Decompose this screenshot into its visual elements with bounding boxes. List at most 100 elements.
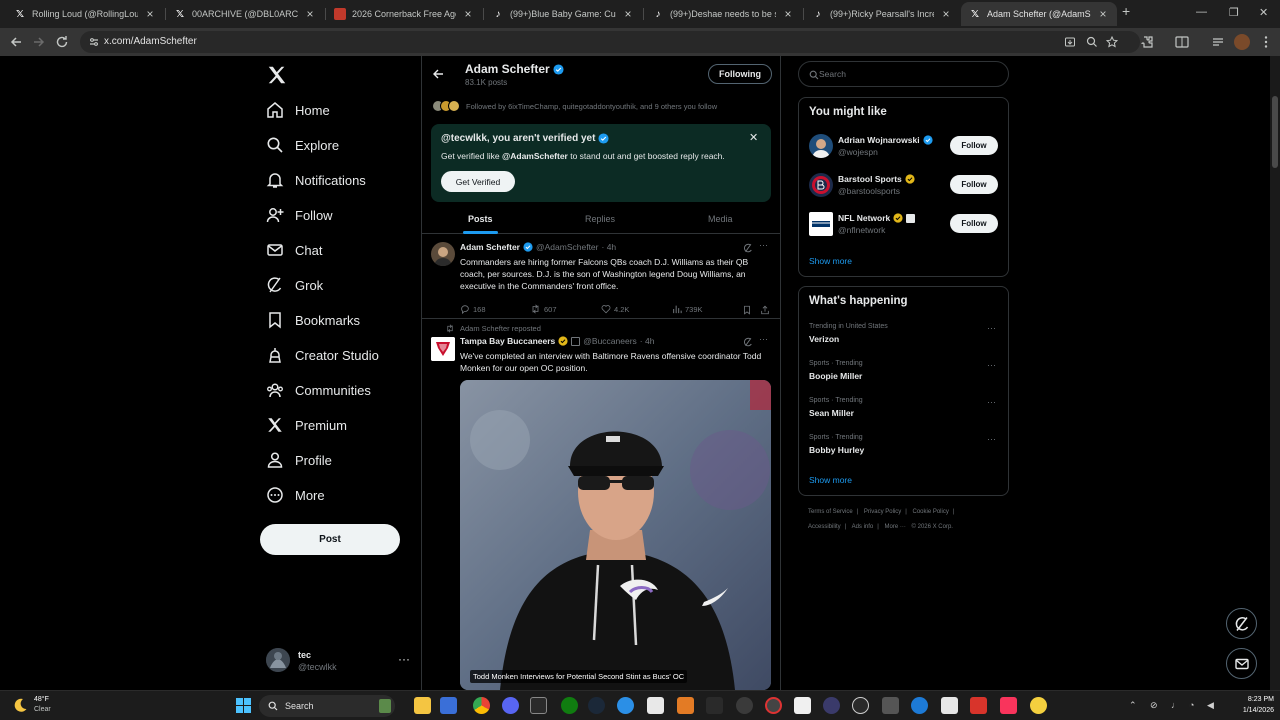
repost-button[interactable]: 607: [530, 304, 557, 314]
more-dots-icon[interactable]: ···: [987, 434, 996, 444]
windows-start-icon[interactable]: [235, 697, 252, 714]
share-icon[interactable]: [760, 305, 770, 315]
more-dots-icon[interactable]: ···: [987, 360, 996, 370]
nav-item-chat[interactable]: Chat: [266, 235, 322, 265]
discord-icon[interactable]: [502, 697, 519, 714]
footer-link[interactable]: Cookie Policy: [913, 509, 949, 515]
nav-item-follow[interactable]: Follow: [266, 200, 333, 230]
following-button[interactable]: Following: [708, 64, 772, 84]
nav-item-home[interactable]: Home: [266, 95, 330, 125]
taskbar-app-icon[interactable]: [647, 697, 664, 714]
taskbar-app-icon[interactable]: [794, 697, 811, 714]
trend-item[interactable]: Trending in United States Verizon ···: [809, 323, 999, 351]
like-button[interactable]: 4.2K: [601, 304, 629, 314]
tab-media[interactable]: Media: [708, 214, 733, 224]
taskbar-app-icon[interactable]: [765, 697, 782, 714]
nav-item-more[interactable]: More: [266, 480, 325, 510]
volume-icon[interactable]: ◀: [1207, 700, 1214, 711]
avatar[interactable]: [431, 242, 455, 266]
nav-item-creator-studio[interactable]: Creator Studio: [266, 340, 379, 370]
follow-button[interactable]: Follow: [950, 214, 998, 233]
close-icon[interactable]: ×: [462, 7, 474, 21]
browser-tab[interactable]: ♪ (99+)Ricky Pearsall's Incredible ×: [804, 2, 960, 26]
account-switcher[interactable]: tec @tecwlkk ···: [266, 646, 416, 680]
more-dots-icon[interactable]: ···: [987, 397, 996, 407]
tweet-author-name[interactable]: Tampa Bay Buccaneers: [460, 336, 555, 346]
microphone-icon[interactable]: ♩: [1171, 700, 1180, 710]
address-bar[interactable]: x.com/AdamSchefter: [80, 31, 1140, 53]
show-more-link[interactable]: Show more: [809, 256, 852, 266]
grok-icon[interactable]: [743, 243, 753, 253]
site-info-icon[interactable]: [88, 36, 100, 48]
music-icon[interactable]: [1000, 697, 1017, 714]
taskbar-app-icon[interactable]: [440, 697, 457, 714]
post-button[interactable]: Post: [260, 524, 400, 555]
extensions-icon[interactable]: [1139, 34, 1155, 50]
footer-link[interactable]: Accessibility: [808, 524, 841, 530]
close-icon[interactable]: ×: [304, 7, 316, 21]
close-icon[interactable]: ×: [144, 7, 156, 21]
x-logo-icon[interactable]: [266, 64, 288, 86]
reload-icon[interactable]: [54, 34, 70, 50]
new-tab-icon[interactable]: +: [1122, 3, 1130, 19]
views-button[interactable]: 739K: [672, 304, 703, 314]
split-view-icon[interactable]: [1174, 34, 1190, 50]
chrome-icon[interactable]: [473, 697, 490, 714]
taskbar-app-icon[interactable]: [970, 697, 987, 714]
messages-fab[interactable]: [1226, 648, 1257, 679]
taskbar-app-icon[interactable]: [852, 697, 869, 714]
file-explorer-icon[interactable]: [414, 697, 431, 714]
tray-chevron-icon[interactable]: ⌃: [1129, 700, 1137, 711]
scrollbar-thumb[interactable]: [1272, 96, 1278, 168]
more-dots-icon[interactable]: ···: [759, 334, 768, 344]
more-dots-icon[interactable]: ···: [759, 240, 768, 250]
grok-fab[interactable]: [1226, 608, 1257, 639]
tweet-author-handle[interactable]: @Buccaneers: [583, 336, 637, 346]
reading-list-icon[interactable]: [1210, 34, 1226, 50]
tweet-author-handle[interactable]: @AdamSchefter: [536, 242, 599, 252]
taskbar-app-icon[interactable]: [677, 697, 694, 714]
footer-link[interactable]: Privacy Policy: [864, 509, 901, 515]
weather-widget[interactable]: 48°F Clear: [12, 695, 72, 717]
browser-tab[interactable]: ♪ (99+)Blue Baby Game: Cursed C ×: [484, 2, 642, 26]
taskbar-app-icon[interactable]: [617, 697, 634, 714]
close-icon[interactable]: ×: [1097, 7, 1109, 21]
nav-item-premium[interactable]: Premium: [266, 410, 347, 440]
taskbar-app-icon[interactable]: [911, 697, 928, 714]
browser-tab[interactable]: 𝕏 00ARCHIVE (@DBL0ARCHIVE) / ×: [166, 2, 324, 26]
xbox-icon[interactable]: [561, 697, 578, 714]
tweet-time[interactable]: · 4h: [602, 242, 617, 252]
browser-tab[interactable]: 2026 Cornerback Free Agents ×: [326, 2, 482, 26]
taskbar-clock[interactable]: 8:23 PM 1/14/2026: [1224, 694, 1274, 716]
followed-by-row[interactable]: Followed by 6ixTimeChamp, quitegotaddont…: [432, 99, 772, 113]
more-dots-icon[interactable]: ···: [398, 652, 410, 666]
install-app-icon[interactable]: [1064, 36, 1076, 48]
close-icon[interactable]: ×: [622, 7, 634, 21]
network-icon[interactable]: ⊘: [1150, 700, 1158, 711]
avatar[interactable]: [431, 337, 455, 361]
tweet[interactable]: Adam Schefter @AdamSchefter · 4h ··· Com…: [422, 234, 780, 318]
footer-link[interactable]: More ···: [885, 524, 906, 530]
back-arrow-icon[interactable]: [432, 68, 444, 80]
minimize-icon[interactable]: —: [1196, 6, 1207, 18]
close-icon[interactable]: ×: [940, 7, 952, 21]
suggested-account[interactable]: Barstool Sports @barstoolsports Follow: [809, 173, 999, 199]
restore-icon[interactable]: ❐: [1229, 6, 1239, 19]
taskbar-app-icon[interactable]: [823, 697, 840, 714]
close-icon[interactable]: ✕: [749, 131, 758, 144]
tweet-author-name[interactable]: Adam Schefter: [460, 242, 520, 252]
taskbar-app-icon[interactable]: [941, 697, 958, 714]
suggested-account[interactable]: NFL Network @nflnetwork Follow: [809, 212, 999, 238]
page-scrollbar[interactable]: [1270, 56, 1280, 690]
tweet-time[interactable]: · 4h: [640, 336, 655, 346]
search-box[interactable]: [798, 61, 1009, 87]
nav-item-notifications[interactable]: Notifications: [266, 165, 366, 195]
nav-item-profile[interactable]: Profile: [266, 445, 332, 475]
footer-link[interactable]: Ads info: [852, 524, 874, 530]
close-window-icon[interactable]: ✕: [1259, 6, 1268, 19]
browser-menu-icon[interactable]: [1258, 34, 1274, 50]
profile-avatar-icon[interactable]: [1234, 34, 1250, 50]
tab-posts[interactable]: Posts: [468, 214, 493, 224]
trend-item[interactable]: Sports · Trending Bobby Hurley ···: [809, 434, 999, 462]
search-input[interactable]: [819, 66, 999, 82]
